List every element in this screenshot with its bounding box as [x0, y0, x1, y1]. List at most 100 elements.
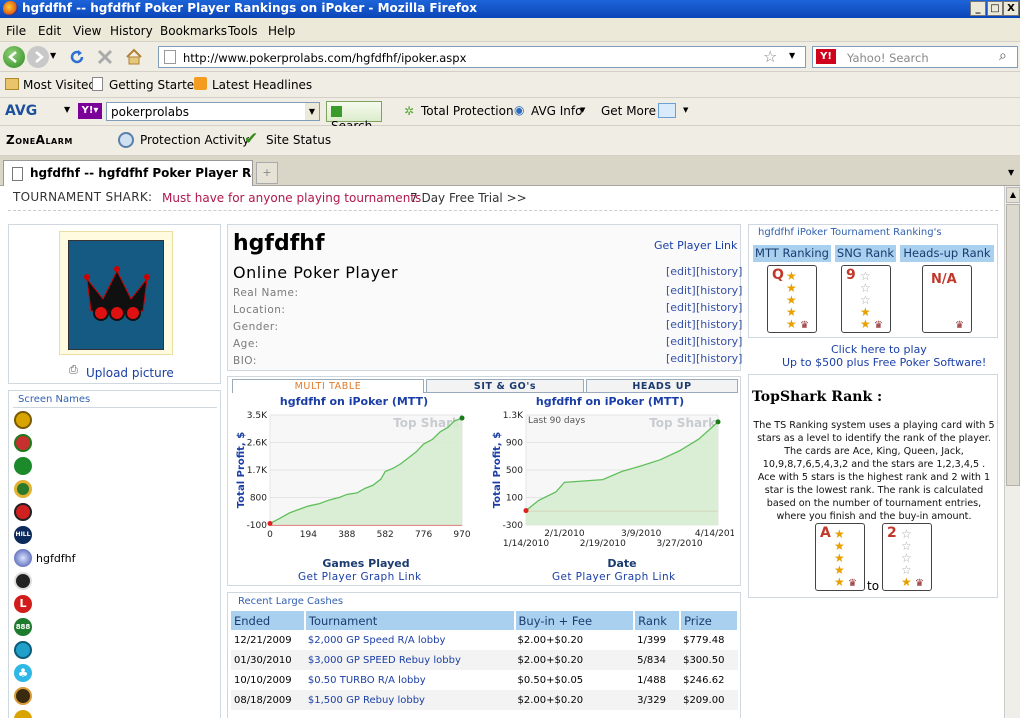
page-content: TOURNAMENT SHARK: Must have for anyone p…: [0, 186, 1004, 718]
site-icon-club[interactable]: ♣: [14, 664, 32, 682]
site-icon-spade[interactable]: [14, 411, 32, 429]
screen-name-hgfdfhf[interactable]: hgfdfhf: [36, 552, 76, 565]
rss-icon: [194, 77, 207, 90]
yahoo-menu-icon[interactable]: Y!▾: [78, 103, 102, 119]
site-icon-red[interactable]: [14, 503, 32, 521]
yahoo-icon[interactable]: Y!: [816, 49, 836, 64]
history-subtitle-link[interactable]: [history]: [696, 265, 742, 278]
cell-tournament-link[interactable]: $0.50 TURBO R/A lobby: [305, 670, 515, 690]
graph-link-1[interactable]: Get Player Graph Link: [298, 571, 422, 583]
stop-icon[interactable]: [96, 48, 114, 66]
topshark-card-ace: A ★ ★ ★ ★ ★ ♛: [815, 523, 865, 591]
bookmark-getting-started[interactable]: Getting Started: [109, 78, 202, 92]
avg-logo[interactable]: AVG: [5, 103, 37, 119]
zonealarm-protection-activity[interactable]: Protection Activity: [140, 133, 249, 147]
site-icon-black[interactable]: [14, 572, 32, 590]
avg-info-dropdown-icon[interactable]: ▼: [580, 106, 585, 114]
history-gender-link[interactable]: [history]: [696, 318, 742, 331]
site-icon-ipoker[interactable]: [14, 549, 32, 567]
rankings-panel: hgfdfhf iPoker Tournament Ranking's MTT …: [748, 224, 998, 338]
new-tab-button[interactable]: +: [256, 162, 278, 184]
menu-edit[interactable]: Edit: [38, 24, 61, 38]
col-ended: Ended: [231, 611, 306, 630]
site-icon-blue-c[interactable]: [14, 641, 32, 659]
site-icon-green[interactable]: [14, 457, 32, 475]
avg-extra-icon[interactable]: [658, 103, 676, 118]
banner-text[interactable]: Must have for anyone playing tournaments: [162, 191, 421, 205]
edit-location-link[interactable]: [edit]: [666, 301, 696, 314]
edit-subtitle-link[interactable]: [edit]: [666, 265, 696, 278]
get-player-link[interactable]: Get Player Link: [654, 239, 737, 252]
history-location-link[interactable]: [history]: [696, 301, 742, 314]
avg-search-input[interactable]: pokerprolabs ▼: [106, 102, 320, 121]
table-row: 08/18/2009 $1,500 GP Rebuy lobby $2.00+$…: [231, 690, 738, 710]
bookmark-most-visited[interactable]: Most Visited: [23, 78, 96, 92]
maximize-button[interactable]: □: [987, 1, 1003, 16]
scroll-thumb[interactable]: [1006, 204, 1020, 486]
graph-link-2[interactable]: Get Player Graph Link: [552, 571, 676, 583]
avg-get-more[interactable]: Get More: [601, 104, 656, 118]
vertical-scrollbar[interactable]: ▲: [1004, 186, 1020, 718]
menu-tools[interactable]: Tools: [228, 24, 258, 38]
card-crown-icon: ♛: [848, 578, 857, 589]
tab-title: hgfdfhf -- hgfdfhf Poker Player Ranki...: [30, 166, 252, 180]
menu-help[interactable]: Help: [268, 24, 295, 38]
minimize-button[interactable]: _: [970, 1, 986, 16]
edit-bio-link[interactable]: [edit]: [666, 352, 696, 365]
url-bar[interactable]: http://www.pokerprolabs.com/hgfdfhf/ipok…: [158, 46, 806, 68]
url-dropdown-icon[interactable]: ▼: [789, 51, 795, 60]
history-dropdown-icon[interactable]: ▼: [50, 51, 56, 60]
site-icon-hill[interactable]: HILL: [14, 526, 32, 544]
menu-view[interactable]: View: [73, 24, 101, 38]
cell-tournament-link[interactable]: $1,500 GP Rebuy lobby: [304, 690, 515, 710]
cell-tournament-link[interactable]: $3,000 GP SPEED Rebuy lobby: [304, 650, 515, 670]
free-trial-link[interactable]: 7 Day Free Trial >>: [410, 191, 527, 205]
avg-total-protection[interactable]: Total Protection: [421, 104, 514, 118]
forward-button[interactable]: [27, 46, 49, 68]
promo-free-software[interactable]: Up to $500 plus Free Poker Software!: [782, 356, 986, 369]
promo-click-here[interactable]: Click here to play: [831, 343, 927, 356]
search-icon[interactable]: ⌕: [999, 48, 1007, 64]
close-button[interactable]: X: [1003, 1, 1019, 16]
upload-icon[interactable]: ⎙: [69, 363, 78, 377]
site-icon-chip[interactable]: [14, 480, 32, 498]
cell-tournament-link[interactable]: $2,000 GP Speed R/A lobby: [305, 630, 515, 650]
edit-real-name-link[interactable]: [edit]: [666, 284, 696, 297]
tab-multi-table[interactable]: MULTI TABLE: [232, 379, 424, 393]
tab-list-dropdown-icon[interactable]: ▼: [1008, 168, 1014, 177]
zonealarm-site-status[interactable]: Site Status: [266, 133, 331, 147]
avg-search-dropdown-icon[interactable]: ▼: [305, 103, 319, 120]
site-icon-roulette[interactable]: [14, 434, 32, 452]
tab-sit-and-go[interactable]: SIT & GO's: [426, 379, 584, 393]
y-tick-label: 100: [506, 494, 523, 504]
menu-history[interactable]: History: [110, 24, 153, 38]
tab-heads-up[interactable]: HEADS UP: [586, 379, 738, 393]
home-icon[interactable]: [124, 47, 144, 67]
scroll-up-arrow-icon[interactable]: ▲: [1006, 187, 1020, 203]
site-icon-partial[interactable]: [14, 710, 32, 718]
bookmark-latest-headlines[interactable]: Latest Headlines: [212, 78, 312, 92]
edit-age-link[interactable]: [edit]: [666, 335, 696, 348]
upload-picture-link[interactable]: Upload picture: [86, 366, 174, 380]
bookmark-star-icon[interactable]: ☆: [763, 47, 777, 66]
edit-gender-link[interactable]: [edit]: [666, 318, 696, 331]
back-button[interactable]: [3, 46, 25, 68]
protection-activity-icon: [118, 132, 134, 148]
site-icon-dice[interactable]: [14, 687, 32, 705]
menu-file[interactable]: File: [6, 24, 26, 38]
browser-tab[interactable]: hgfdfhf -- hgfdfhf Poker Player Ranki...: [3, 160, 253, 186]
menu-bookmarks[interactable]: Bookmarks: [160, 24, 227, 38]
avg-search-button[interactable]: Search: [326, 101, 382, 133]
history-age-link[interactable]: [history]: [696, 335, 742, 348]
avg-extra-dropdown-icon[interactable]: ▼: [683, 106, 688, 114]
y-tick-label: 1.7K: [247, 466, 268, 476]
avg-dropdown-icon[interactable]: ▼: [64, 105, 70, 114]
history-bio-link[interactable]: [history]: [696, 352, 742, 365]
zonealarm-logo[interactable]: ZoneAlarm: [6, 133, 73, 147]
history-real-name-link[interactable]: [history]: [696, 284, 742, 297]
reload-icon[interactable]: [68, 48, 86, 66]
avg-info[interactable]: AVG Info: [531, 104, 582, 118]
site-icon-l[interactable]: L: [14, 595, 32, 613]
search-input[interactable]: Y! Yahoo! Search ⌕: [812, 46, 1018, 68]
site-icon-888[interactable]: 888: [14, 618, 32, 636]
